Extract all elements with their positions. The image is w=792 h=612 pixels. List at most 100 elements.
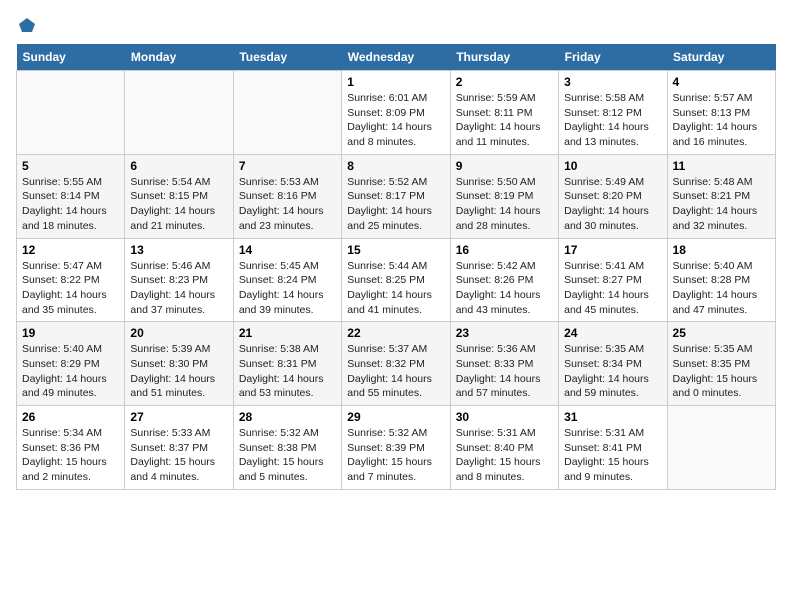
calendar-table: SundayMondayTuesdayWednesdayThursdayFrid… <box>16 44 776 490</box>
calendar-cell: 2 Sunrise: 5:59 AMSunset: 8:11 PMDaylight… <box>450 71 558 155</box>
day-info: Sunrise: 5:31 AMSunset: 8:40 PMDaylight:… <box>456 426 553 485</box>
calendar-cell: 17 Sunrise: 5:41 AMSunset: 8:27 PMDayligh… <box>559 238 667 322</box>
day-number: 31 <box>564 410 661 424</box>
day-info: Sunrise: 5:39 AMSunset: 8:30 PMDaylight:… <box>130 342 227 401</box>
day-number: 7 <box>239 159 336 173</box>
calendar-cell: 20 Sunrise: 5:39 AMSunset: 8:30 PMDayligh… <box>125 322 233 406</box>
day-info: Sunrise: 5:48 AMSunset: 8:21 PMDaylight:… <box>673 175 770 234</box>
calendar-cell: 23 Sunrise: 5:36 AMSunset: 8:33 PMDayligh… <box>450 322 558 406</box>
day-info: Sunrise: 5:45 AMSunset: 8:24 PMDaylight:… <box>239 259 336 318</box>
calendar-week-row: 1 Sunrise: 6:01 AMSunset: 8:09 PMDaylight… <box>17 71 776 155</box>
weekday-header-tuesday: Tuesday <box>233 44 341 71</box>
calendar-cell: 1 Sunrise: 6:01 AMSunset: 8:09 PMDaylight… <box>342 71 450 155</box>
day-number: 23 <box>456 326 553 340</box>
day-number: 20 <box>130 326 227 340</box>
calendar-cell: 24Sunrise: 5:35 AMSunset: 8:34 PMDayligh… <box>559 322 667 406</box>
calendar-cell: 12Sunrise: 5:47 AMSunset: 8:22 PMDayligh… <box>17 238 125 322</box>
calendar-cell: 30 Sunrise: 5:31 AMSunset: 8:40 PMDayligh… <box>450 406 558 490</box>
calendar-cell: 18 Sunrise: 5:40 AMSunset: 8:28 PMDayligh… <box>667 238 775 322</box>
day-number: 4 <box>673 75 770 89</box>
calendar-cell: 11 Sunrise: 5:48 AMSunset: 8:21 PMDayligh… <box>667 154 775 238</box>
day-info: Sunrise: 5:46 AMSunset: 8:23 PMDaylight:… <box>130 259 227 318</box>
calendar-cell: 25Sunrise: 5:35 AMSunset: 8:35 PMDayligh… <box>667 322 775 406</box>
day-number: 16 <box>456 243 553 257</box>
day-number: 24 <box>564 326 661 340</box>
day-info: Sunrise: 5:41 AMSunset: 8:27 PMDaylight:… <box>564 259 661 318</box>
calendar-cell: 29 Sunrise: 5:32 AMSunset: 8:39 PMDayligh… <box>342 406 450 490</box>
day-number: 11 <box>673 159 770 173</box>
day-info: Sunrise: 5:58 AMSunset: 8:12 PMDaylight:… <box>564 91 661 150</box>
day-info: Sunrise: 5:36 AMSunset: 8:33 PMDaylight:… <box>456 342 553 401</box>
day-number: 13 <box>130 243 227 257</box>
calendar-week-row: 5 Sunrise: 5:55 AMSunset: 8:14 PMDaylight… <box>17 154 776 238</box>
day-info: Sunrise: 5:59 AMSunset: 8:11 PMDaylight:… <box>456 91 553 150</box>
day-info: Sunrise: 5:40 AMSunset: 8:28 PMDaylight:… <box>673 259 770 318</box>
day-info: Sunrise: 5:55 AMSunset: 8:14 PMDaylight:… <box>22 175 119 234</box>
day-number: 21 <box>239 326 336 340</box>
day-number: 22 <box>347 326 444 340</box>
calendar-cell: 14 Sunrise: 5:45 AMSunset: 8:24 PMDayligh… <box>233 238 341 322</box>
calendar-cell: 15Sunrise: 5:44 AMSunset: 8:25 PMDayligh… <box>342 238 450 322</box>
day-info: Sunrise: 5:57 AMSunset: 8:13 PMDaylight:… <box>673 91 770 150</box>
calendar-cell: 28 Sunrise: 5:32 AMSunset: 8:38 PMDayligh… <box>233 406 341 490</box>
day-number: 29 <box>347 410 444 424</box>
calendar-cell: 8 Sunrise: 5:52 AMSunset: 8:17 PMDaylight… <box>342 154 450 238</box>
day-info: Sunrise: 5:42 AMSunset: 8:26 PMDaylight:… <box>456 259 553 318</box>
calendar-cell <box>17 71 125 155</box>
day-number: 14 <box>239 243 336 257</box>
calendar-cell: 21 Sunrise: 5:38 AMSunset: 8:31 PMDayligh… <box>233 322 341 406</box>
calendar-cell: 31 Sunrise: 5:31 AMSunset: 8:41 PMDayligh… <box>559 406 667 490</box>
day-number: 5 <box>22 159 119 173</box>
day-info: Sunrise: 5:32 AMSunset: 8:38 PMDaylight:… <box>239 426 336 485</box>
calendar-cell <box>667 406 775 490</box>
day-info: Sunrise: 5:38 AMSunset: 8:31 PMDaylight:… <box>239 342 336 401</box>
day-info: Sunrise: 5:31 AMSunset: 8:41 PMDaylight:… <box>564 426 661 485</box>
page-header <box>16 16 776 34</box>
day-number: 8 <box>347 159 444 173</box>
calendar-cell: 7 Sunrise: 5:53 AMSunset: 8:16 PMDaylight… <box>233 154 341 238</box>
calendar-cell: 5 Sunrise: 5:55 AMSunset: 8:14 PMDaylight… <box>17 154 125 238</box>
day-info: Sunrise: 5:33 AMSunset: 8:37 PMDaylight:… <box>130 426 227 485</box>
calendar-cell <box>233 71 341 155</box>
day-number: 12 <box>22 243 119 257</box>
calendar-cell: 10Sunrise: 5:49 AMSunset: 8:20 PMDayligh… <box>559 154 667 238</box>
calendar-cell: 26 Sunrise: 5:34 AMSunset: 8:36 PMDayligh… <box>17 406 125 490</box>
calendar-cell: 13 Sunrise: 5:46 AMSunset: 8:23 PMDayligh… <box>125 238 233 322</box>
calendar-cell: 19Sunrise: 5:40 AMSunset: 8:29 PMDayligh… <box>17 322 125 406</box>
day-info: Sunrise: 5:52 AMSunset: 8:17 PMDaylight:… <box>347 175 444 234</box>
day-info: Sunrise: 5:40 AMSunset: 8:29 PMDaylight:… <box>22 342 119 401</box>
calendar-week-row: 19Sunrise: 5:40 AMSunset: 8:29 PMDayligh… <box>17 322 776 406</box>
day-number: 25 <box>673 326 770 340</box>
logo-flag-icon <box>18 16 36 34</box>
day-info: Sunrise: 5:50 AMSunset: 8:19 PMDaylight:… <box>456 175 553 234</box>
day-info: Sunrise: 5:34 AMSunset: 8:36 PMDaylight:… <box>22 426 119 485</box>
day-number: 17 <box>564 243 661 257</box>
day-number: 10 <box>564 159 661 173</box>
calendar-cell: 27 Sunrise: 5:33 AMSunset: 8:37 PMDayligh… <box>125 406 233 490</box>
day-info: Sunrise: 5:53 AMSunset: 8:16 PMDaylight:… <box>239 175 336 234</box>
day-number: 28 <box>239 410 336 424</box>
day-info: Sunrise: 5:32 AMSunset: 8:39 PMDaylight:… <box>347 426 444 485</box>
day-info: Sunrise: 5:44 AMSunset: 8:25 PMDaylight:… <box>347 259 444 318</box>
day-number: 3 <box>564 75 661 89</box>
logo <box>16 16 36 34</box>
weekday-header-friday: Friday <box>559 44 667 71</box>
weekday-header-wednesday: Wednesday <box>342 44 450 71</box>
day-number: 18 <box>673 243 770 257</box>
calendar-cell: 16 Sunrise: 5:42 AMSunset: 8:26 PMDayligh… <box>450 238 558 322</box>
day-number: 26 <box>22 410 119 424</box>
day-number: 6 <box>130 159 227 173</box>
day-info: Sunrise: 5:54 AMSunset: 8:15 PMDaylight:… <box>130 175 227 234</box>
calendar-cell <box>125 71 233 155</box>
calendar-cell: 6 Sunrise: 5:54 AMSunset: 8:15 PMDaylight… <box>125 154 233 238</box>
weekday-header-thursday: Thursday <box>450 44 558 71</box>
day-number: 30 <box>456 410 553 424</box>
day-number: 1 <box>347 75 444 89</box>
day-number: 27 <box>130 410 227 424</box>
day-info: Sunrise: 6:01 AMSunset: 8:09 PMDaylight:… <box>347 91 444 150</box>
weekday-header-monday: Monday <box>125 44 233 71</box>
calendar-cell: 3 Sunrise: 5:58 AMSunset: 8:12 PMDaylight… <box>559 71 667 155</box>
day-info: Sunrise: 5:37 AMSunset: 8:32 PMDaylight:… <box>347 342 444 401</box>
day-number: 2 <box>456 75 553 89</box>
calendar-cell: 4 Sunrise: 5:57 AMSunset: 8:13 PMDaylight… <box>667 71 775 155</box>
